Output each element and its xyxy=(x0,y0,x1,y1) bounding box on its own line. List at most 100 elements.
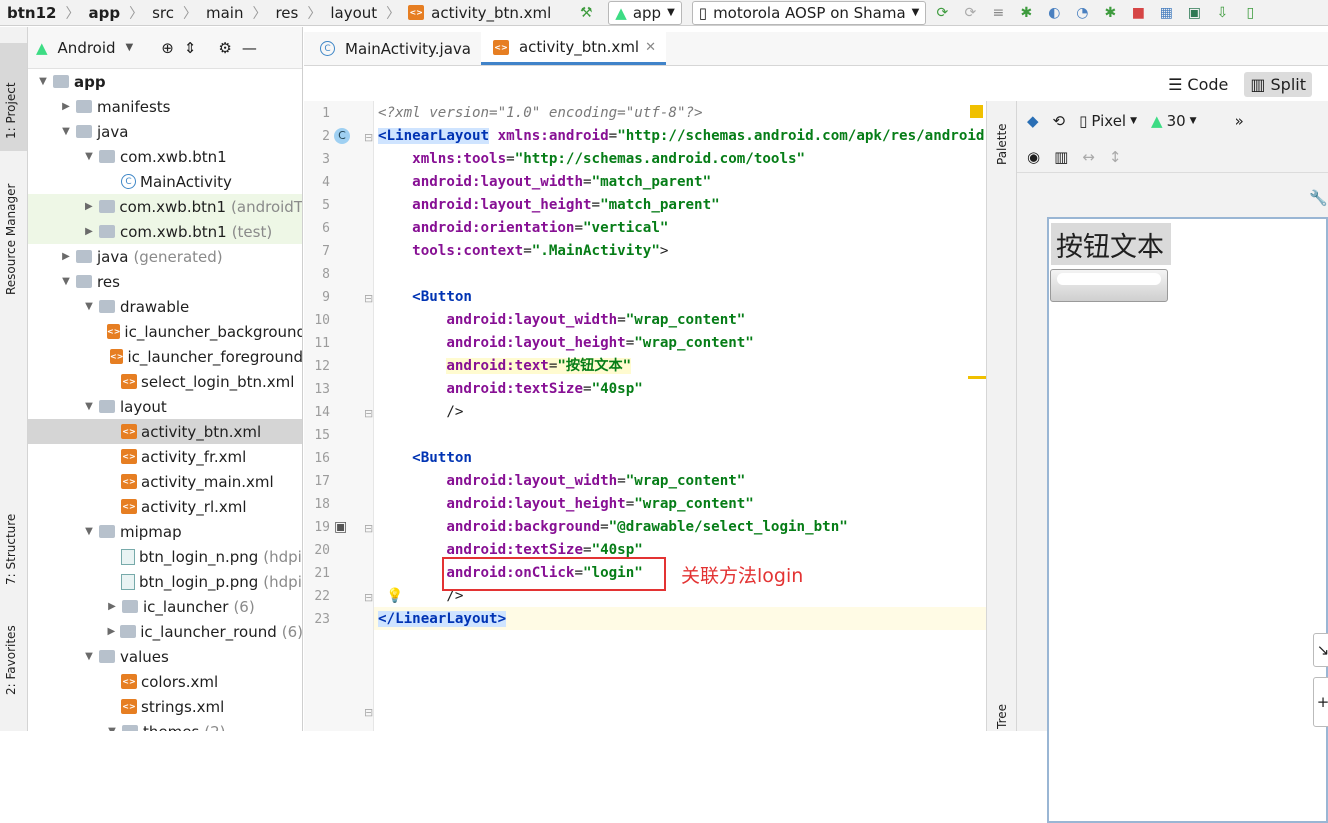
image-preview-icon[interactable]: ▣ xyxy=(334,519,347,535)
expand-arrow-icon[interactable]: ▼ xyxy=(82,151,96,162)
preview-image-button[interactable] xyxy=(1050,269,1168,302)
expand-arrow-icon[interactable]: ▼ xyxy=(82,301,96,312)
tree-item[interactable]: ▼ java xyxy=(28,119,302,144)
tree-item[interactable]: ▶ ic_launcher (6) xyxy=(28,594,302,619)
layers-icon[interactable]: ◆ xyxy=(1027,112,1039,130)
horizontal-arrows-icon[interactable]: ↔ xyxy=(1082,148,1095,166)
tree-item[interactable]: ▼ com.xwb.btn1 xyxy=(28,144,302,169)
class-marker-icon[interactable]: C xyxy=(334,128,350,144)
split-view-button[interactable]: ▥ Split xyxy=(1244,71,1312,97)
tree-item[interactable]: ▼ layout xyxy=(28,394,302,419)
fold-icon[interactable]: ⊟ xyxy=(364,706,373,719)
tree-item[interactable]: ▶ com.xwb.btn1 (test) xyxy=(28,219,302,244)
tree-item[interactable]: <> activity_fr.xml xyxy=(28,444,302,469)
breadcrumb-item[interactable]: app xyxy=(85,4,123,22)
sync-icon[interactable]: ≡ xyxy=(986,2,1010,24)
fold-icon[interactable]: ⊟ xyxy=(364,407,373,420)
tree-item[interactable]: ▼ res xyxy=(28,269,302,294)
tree-item[interactable]: ▶ java (generated) xyxy=(28,244,302,269)
code-line[interactable]: android:layout_height="wrap_content" xyxy=(378,332,754,355)
run-config-select[interactable]: ▲ app ▼ xyxy=(608,0,682,25)
fold-icon[interactable]: ⊟ xyxy=(364,131,373,144)
api-level-label[interactable]: 30 xyxy=(1167,112,1186,130)
code-line[interactable]: <LinearLayout xmlns:android="http://sche… xyxy=(378,125,986,148)
code-line[interactable]: android:orientation="vertical" xyxy=(378,217,668,240)
apply-code-changes-icon[interactable]: ⟳ xyxy=(958,2,982,24)
breadcrumb-item[interactable]: main xyxy=(203,4,246,22)
warning-marker-icon[interactable] xyxy=(970,105,983,118)
code-line[interactable]: android:layout_height="match_parent" xyxy=(378,194,720,217)
expand-arrow-icon[interactable]: ▼ xyxy=(82,401,96,412)
locate-icon[interactable]: ⊕ xyxy=(161,39,174,57)
run-coverage-icon[interactable]: ◐ xyxy=(1042,2,1066,24)
expand-arrow-icon[interactable]: ▼ xyxy=(82,526,96,537)
expand-arrow-icon[interactable]: ▼ xyxy=(59,126,73,137)
favorites-tab[interactable]: 2: Favorites xyxy=(4,625,18,695)
hide-icon[interactable]: — xyxy=(242,39,257,57)
expand-arrow-icon[interactable]: ▼ xyxy=(59,276,73,287)
profile-icon[interactable]: ◔ xyxy=(1070,2,1094,24)
code-line[interactable]: android:layout_height="wrap_content" xyxy=(378,493,754,516)
code-line[interactable]: </LinearLayout> xyxy=(378,608,507,631)
device-select-label[interactable]: Pixel xyxy=(1091,112,1126,130)
tree-item[interactable]: ▼ themes (2) xyxy=(28,719,302,731)
palette-tab[interactable]: Palette xyxy=(995,123,1009,165)
stop-icon[interactable]: ■ xyxy=(1126,2,1150,24)
breadcrumb-item[interactable]: src xyxy=(149,4,177,22)
code-line[interactable]: tools:context=".MainActivity"> xyxy=(378,240,668,263)
code-line[interactable]: android:layout_width="wrap_content" xyxy=(378,309,745,332)
tree-item[interactable]: <> ic_launcher_background xyxy=(28,319,302,344)
device-select[interactable]: ▯ motorola AOSP on Shama ▼ xyxy=(691,0,927,25)
code-line[interactable]: /> xyxy=(378,401,463,424)
code-line[interactable]: android:background="@drawable/select_log… xyxy=(378,516,847,539)
tree-item[interactable]: <> activity_rl.xml xyxy=(28,494,302,519)
tree-item[interactable]: btn_login_p.png (hdpi xyxy=(28,569,302,594)
code-line[interactable]: xmlns:tools="http://schemas.android.com/… xyxy=(378,148,805,171)
preview-text-button[interactable]: 按钮文本 xyxy=(1051,223,1171,265)
breadcrumb-item[interactable]: res xyxy=(272,4,301,22)
code-line[interactable]: <Button xyxy=(378,447,472,470)
code-line[interactable]: android:layout_width="match_parent" xyxy=(378,171,711,194)
tree-item[interactable]: ▶ com.xwb.btn1 (androidT xyxy=(28,194,302,219)
component-tree-tab[interactable]: Tree xyxy=(995,704,1009,729)
device-manager-icon[interactable]: ▣ xyxy=(1182,2,1206,24)
attach-debugger-icon[interactable]: ✱ xyxy=(1098,2,1122,24)
code-line[interactable]: android:textSize="40sp" xyxy=(378,378,642,401)
expand-arrow-icon[interactable]: ▼ xyxy=(36,76,50,87)
breadcrumb-item[interactable]: btn12 xyxy=(4,4,59,22)
tree-item[interactable]: ▼ values xyxy=(28,644,302,669)
fold-icon[interactable]: ⊟ xyxy=(364,292,373,305)
blueprint-icon[interactable]: ▥ xyxy=(1054,148,1068,166)
debug-icon[interactable]: ✱ xyxy=(1014,2,1038,24)
apply-changes-icon[interactable]: ⟳ xyxy=(930,2,954,24)
eye-icon[interactable]: ◉ xyxy=(1027,148,1040,166)
avd-manager-icon[interactable]: ▯ xyxy=(1238,2,1262,24)
code-line[interactable]: android:layout_width="wrap_content" xyxy=(378,470,745,493)
code-editor[interactable]: 1 2 3 4 5 6 7 8 9 10 11 12 13 14 15 16 17 18 19 20 21 22 23 C ⊟ ⊟… xyxy=(304,101,986,731)
zoom-fit-icon[interactable]: ↘ xyxy=(1313,633,1328,667)
tree-item[interactable]: ▼ app xyxy=(28,69,302,94)
zoom-in-icon[interactable]: + xyxy=(1313,677,1328,727)
tree-item[interactable]: ▶ ic_launcher_round (6) xyxy=(28,619,302,644)
tree-item[interactable]: ▶ manifests xyxy=(28,94,302,119)
breadcrumb-item[interactable]: activity_btn.xml xyxy=(428,4,554,22)
collapse-arrow-icon[interactable]: ▶ xyxy=(59,101,73,112)
collapse-arrow-icon[interactable]: ▶ xyxy=(82,226,96,237)
expand-arrow-icon[interactable]: ▼ xyxy=(82,651,96,662)
code-line[interactable]: <Button xyxy=(378,286,472,309)
code-line[interactable]: <?xml version="1.0" encoding="utf-8"?> xyxy=(378,102,703,125)
tree-item[interactable]: <> strings.xml xyxy=(28,694,302,719)
code-area[interactable]: <?xml version="1.0" encoding="utf-8"?> <L… xyxy=(378,101,986,731)
tree-item[interactable]: <> activity_main.xml xyxy=(28,469,302,494)
collapse-arrow-icon[interactable]: ▶ xyxy=(105,626,118,637)
vertical-arrows-icon[interactable]: ↕ xyxy=(1109,148,1122,166)
expand-arrow-icon[interactable]: ▼ xyxy=(105,726,119,731)
tree-item[interactable]: <> select_login_btn.xml xyxy=(28,369,302,394)
code-view-button[interactable]: ☰ Code xyxy=(1162,72,1234,97)
wrench-icon[interactable]: 🔧 xyxy=(1309,189,1328,207)
collapse-arrow-icon[interactable]: ▶ xyxy=(59,251,73,262)
build-hammer-icon[interactable]: ⚒ xyxy=(574,2,598,24)
phone-preview[interactable]: 按钮文本 xyxy=(1047,217,1328,823)
project-tool-tab[interactable]: 1: Project xyxy=(4,82,18,139)
fold-icon[interactable]: ⊟ xyxy=(364,522,373,535)
